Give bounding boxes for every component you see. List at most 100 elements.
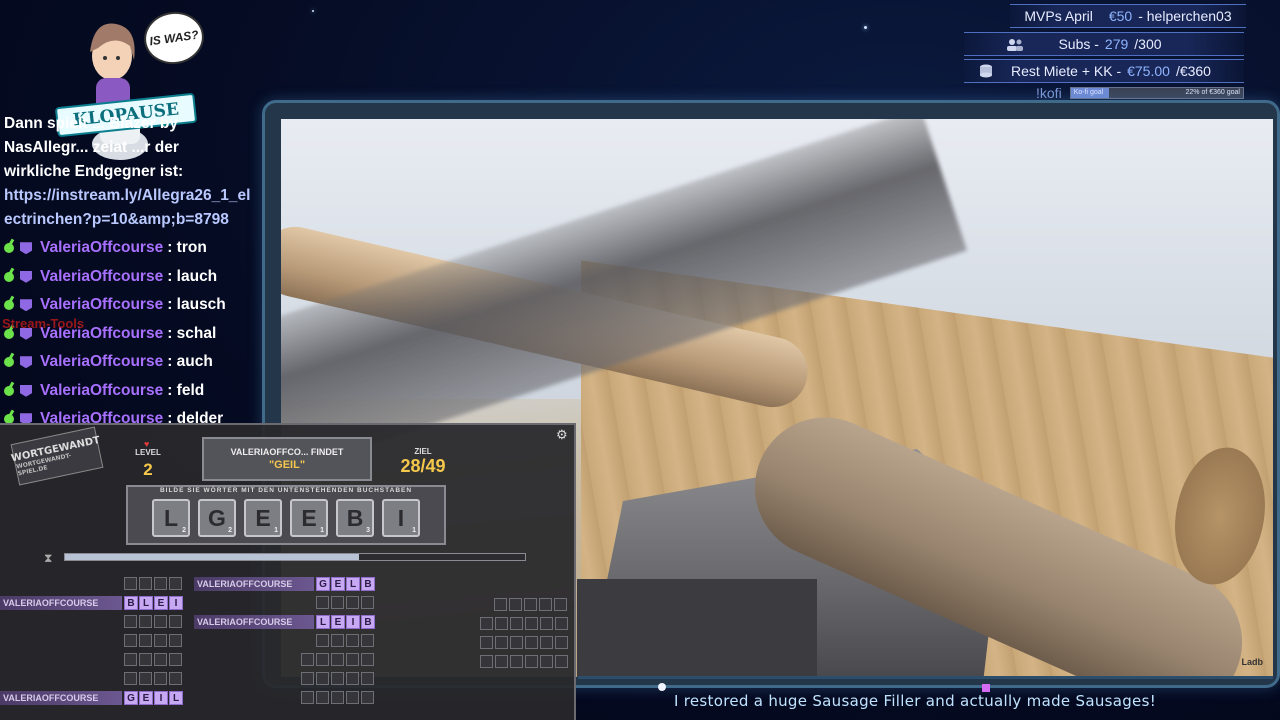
empty-letter-slot — [346, 596, 359, 609]
kofi-label: !kofi — [1036, 85, 1062, 101]
subs-label: Subs - — [1058, 36, 1099, 52]
found-letter: B — [361, 615, 375, 629]
empty-letter-slot — [316, 672, 329, 685]
badge-icon — [4, 271, 14, 282]
found-word-text: "GEIL" — [268, 459, 306, 471]
empty-letter-slot — [494, 598, 507, 611]
empty-letter-slot — [316, 691, 329, 704]
empty-letter-slot — [510, 655, 523, 668]
video-watermark: Ladb — [1241, 657, 1264, 667]
empty-letter-slot — [169, 577, 182, 590]
empty-letter-slot — [169, 672, 182, 685]
kofi-progress-bar: Ko-fi goal 22% of €360 goal — [1069, 87, 1244, 99]
sub-badge-icon — [20, 356, 32, 369]
found-letter: B — [124, 596, 138, 610]
empty-letter-slot — [525, 636, 538, 649]
goal-value: 28/49 — [400, 456, 446, 476]
rent-goal: /€360 — [1175, 63, 1211, 79]
chat-username[interactable]: ValeriaOffcourse — [40, 236, 163, 260]
empty-letter-slot — [124, 577, 137, 590]
video-progress-track[interactable] — [578, 676, 1273, 679]
level-label: LEVEL — [135, 448, 161, 457]
sub-badge-icon — [20, 242, 32, 255]
tile-letter: B — [346, 504, 364, 531]
found-letter: B — [361, 577, 375, 591]
empty-letter-slot — [154, 672, 167, 685]
chat-username[interactable]: ValeriaOffcourse — [40, 265, 163, 289]
kofi-bar-left-text: Ko-fi goal — [1073, 89, 1104, 96]
letter-tiles-frame: BILDE SIE WÖRTER MIT DEN UNTENSTEHENDEN … — [126, 485, 446, 545]
found-by-text: VALERIAOFFCO... FINDET — [230, 447, 344, 457]
empty-letter-slot — [361, 691, 374, 704]
chat-message: ValeriaOffcourse: tron — [4, 234, 262, 263]
rent-current: €75.00 — [1127, 63, 1170, 79]
tile-score: 3 — [366, 527, 370, 534]
mvps-amount: €50 — [1108, 8, 1133, 24]
empty-letter-slot — [139, 672, 152, 685]
chat-link[interactable]: https://instream.ly/Allegra26_1_el — [4, 184, 262, 208]
empty-letter-slot — [301, 672, 314, 685]
video-title: I restored a huge Sausage Filler and act… — [673, 692, 1157, 710]
empty-letter-slot — [510, 617, 523, 630]
empty-letter-slot — [539, 598, 552, 611]
chat-message-text: : lausch — [167, 296, 226, 314]
empty-letter-slot — [540, 617, 553, 630]
letter-tile: G2 — [198, 499, 236, 537]
empty-letter-slot — [346, 653, 359, 666]
found-word-box: VALERIAOFFCO... FINDET "GEIL" — [202, 437, 372, 481]
chat-username[interactable]: ValeriaOffcourse — [40, 379, 163, 403]
empty-letter-slot — [301, 653, 314, 666]
empty-letter-slot — [509, 598, 522, 611]
tile-letter: L — [163, 504, 179, 531]
found-letter: I — [169, 596, 183, 610]
found-letter: I — [346, 615, 360, 629]
subs-current: 279 — [1104, 36, 1129, 52]
chat-message: ValeriaOffcourse: auch — [4, 348, 262, 377]
empty-letter-slot — [555, 636, 568, 649]
found-letter: E — [154, 596, 168, 610]
rent-bar: Rest Miete + KK - €75.00 /€360 — [964, 59, 1244, 83]
letter-tile: E1 — [244, 499, 282, 537]
chat-intro-line: wirkliche Endgegner ist: — [4, 163, 184, 180]
found-letter: G — [124, 691, 138, 705]
empty-letter-slot — [316, 634, 329, 647]
empty-letter-slot — [525, 655, 538, 668]
empty-letter-slot — [495, 636, 508, 649]
empty-letter-slot — [480, 617, 493, 630]
chat-link[interactable]: ectrinchen?p=10&amp;b=8798 — [4, 208, 262, 232]
empty-letter-slot — [495, 617, 508, 630]
empty-letter-slot — [124, 615, 137, 628]
empty-letter-slot — [361, 653, 374, 666]
chat-message-text: : feld — [167, 381, 205, 399]
empty-letter-slot — [331, 653, 344, 666]
video-progress-handle[interactable] — [658, 683, 666, 691]
tile-score: 1 — [412, 527, 416, 534]
mvps-user: - helperchen03 — [1138, 8, 1232, 24]
mvps-bar: MVPs April €50 - helperchen03 — [1010, 4, 1246, 28]
mvps-label: MVPs April — [1024, 8, 1093, 24]
chat-message: ValeriaOffcourse: lauch — [4, 263, 262, 292]
empty-letter-slot — [480, 636, 493, 649]
chat-intro-line: Dann spielt ... Blazer by — [4, 115, 178, 132]
empty-letter-slot — [331, 634, 344, 647]
chat-panel: Dann spielt ... Blazer by NasAllegr... z… — [4, 112, 262, 434]
empty-letter-slot — [139, 577, 152, 590]
subs-bar: Subs - 279 /300 — [964, 32, 1244, 56]
gear-icon[interactable]: ⚙ — [556, 427, 568, 443]
tile-letter: I — [397, 504, 405, 531]
chat-message-text: : schal — [167, 324, 217, 342]
chat-message-text: : tron — [167, 239, 207, 257]
found-letter: E — [331, 577, 345, 591]
empty-letter-slot — [361, 634, 374, 647]
empty-letter-slot — [154, 653, 167, 666]
rent-label: Rest Miete + KK - — [1011, 63, 1122, 79]
found-letter: G — [316, 577, 330, 591]
letter-tile: I1 — [382, 499, 420, 537]
empty-letter-slot — [124, 653, 137, 666]
kofi-row: !kofi Ko-fi goal 22% of €360 goal — [1036, 85, 1244, 101]
found-word-user: VALERIAOFFCOURSE — [0, 596, 122, 610]
empty-letter-slot — [346, 691, 359, 704]
chat-username[interactable]: ValeriaOffcourse — [40, 293, 163, 317]
chat-username[interactable]: ValeriaOffcourse — [40, 350, 163, 374]
tile-letter: G — [208, 504, 226, 531]
